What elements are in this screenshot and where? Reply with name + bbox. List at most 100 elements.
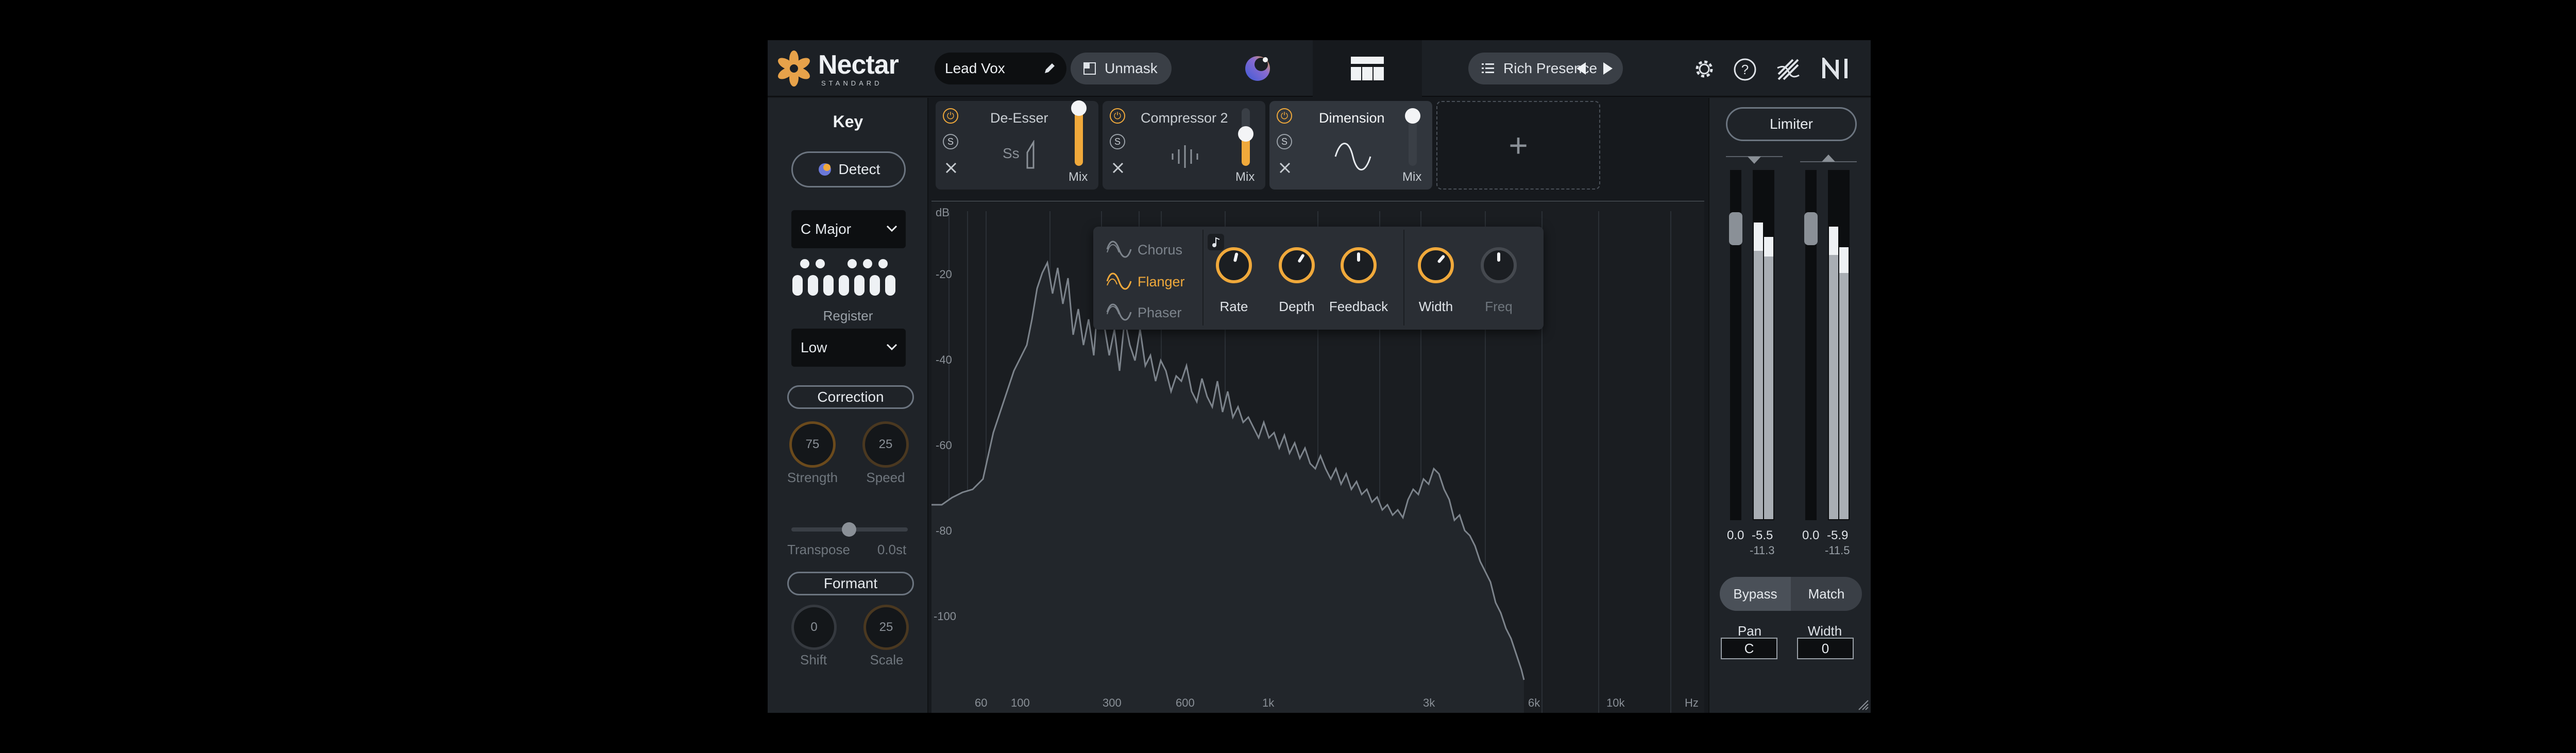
power-icon[interactable]: ⏻ [943, 108, 958, 124]
add-module-button[interactable]: + [1436, 101, 1600, 190]
hz-unit: Hz [1685, 696, 1699, 709]
strength-knob[interactable]: 75 [789, 421, 836, 468]
limiter-button[interactable]: Limiter [1726, 107, 1857, 141]
detect-button[interactable]: Detect [791, 151, 906, 187]
knob-indicator [1497, 252, 1500, 262]
mode-label: Chorus [1138, 242, 1183, 258]
power-icon[interactable]: ⏻ [1277, 108, 1292, 124]
mode-phaser[interactable]: Phaser [1104, 300, 1201, 324]
level-readout: -5.5 [1752, 528, 1773, 542]
routing-icon[interactable] [1775, 57, 1801, 82]
meter-bar-l-peak [1754, 223, 1763, 251]
close-icon[interactable] [1279, 162, 1291, 174]
next-arrow-icon[interactable] [1600, 61, 1616, 76]
db-unit: dB [936, 206, 950, 219]
sine-wave-icon [1334, 143, 1371, 170]
shift-label: Shift [800, 652, 827, 668]
input-meter-right [1804, 170, 1818, 520]
transpose-thumb[interactable] [842, 522, 856, 537]
pan-value-box[interactable]: C [1721, 638, 1777, 659]
pan-label: Pan [1737, 623, 1762, 639]
svg-text:?: ? [1741, 62, 1749, 77]
track-name-field[interactable]: Lead Vox [935, 53, 1066, 84]
popup-divider [1202, 230, 1204, 326]
bypass-button[interactable]: Bypass [1720, 577, 1791, 611]
knob-indicator [1233, 252, 1239, 262]
preset-selector[interactable]: Rich Presence [1468, 53, 1623, 84]
prev-arrow-icon[interactable] [1573, 61, 1589, 76]
level-sub-readout: -11.5 [1825, 544, 1850, 557]
module-dimension[interactable]: ⏻ S Dimension Mix [1269, 101, 1432, 190]
mix-fader-thumb[interactable] [1071, 100, 1087, 116]
speed-knob[interactable]: 25 [862, 421, 909, 468]
mode-label: Flanger [1138, 274, 1185, 289]
header-bar: Nectar STANDARD Lead Vox Unmask Rich Pre… [768, 40, 1871, 97]
assistant-tab[interactable] [1202, 40, 1311, 96]
unmask-button[interactable]: Unmask [1071, 53, 1172, 84]
rate-knob[interactable] [1216, 247, 1252, 283]
scale-knob[interactable]: 25 [863, 605, 909, 650]
nectar-plugin-window: Nectar STANDARD Lead Vox Unmask Rich Pre… [768, 40, 1871, 713]
key-select[interactable]: C Major [791, 210, 906, 248]
width-knob[interactable] [1418, 247, 1454, 283]
gear-icon[interactable] [1693, 58, 1716, 80]
transpose-slider[interactable] [791, 522, 908, 537]
resize-grip-icon[interactable] [1858, 699, 1869, 711]
ni-logo-icon[interactable] [1822, 58, 1851, 79]
width-value-box[interactable]: 0 [1797, 638, 1854, 659]
match-button[interactable]: Match [1791, 577, 1862, 611]
mode-chorus[interactable]: Chorus [1104, 237, 1201, 262]
mix-fader-track[interactable] [1071, 100, 1087, 166]
power-icon[interactable]: ⏻ [1110, 108, 1125, 124]
module-compressor-2[interactable]: ⏻ S Compressor 2 Mix [1103, 101, 1265, 190]
speed-value: 25 [878, 437, 893, 451]
piano-keys[interactable] [791, 258, 908, 297]
match-label: Match [1808, 586, 1845, 602]
solo-icon[interactable]: S [1277, 134, 1292, 149]
db-tick: -80 [936, 524, 952, 537]
input-meter-left [1729, 170, 1742, 520]
shift-knob[interactable]: 0 [791, 605, 837, 650]
unmask-label: Unmask [1105, 60, 1158, 76]
ceiling-marker-icon [1800, 155, 1857, 162]
gain-thumb[interactable] [1804, 212, 1818, 245]
module-de-esser[interactable]: ⏻ S De-Esser Ss Mix [936, 100, 1098, 190]
add-module-label: + [1509, 127, 1528, 164]
mix-fader-thumb[interactable] [1238, 126, 1253, 142]
hz-tick: 600 [1176, 696, 1195, 709]
formant-toggle[interactable]: Formant [787, 572, 914, 595]
knob-indicator [1297, 253, 1305, 263]
db-tick: -20 [936, 268, 952, 281]
mix-label: Mix [1069, 170, 1088, 184]
close-icon[interactable] [945, 162, 957, 174]
feedback-knob[interactable] [1341, 247, 1377, 283]
hz-tick: 60 [975, 696, 987, 709]
mix-fader-track[interactable] [1405, 108, 1420, 166]
solo-icon[interactable]: S [1110, 134, 1125, 149]
strength-label: Strength [787, 470, 838, 485]
correction-toggle[interactable]: Correction [787, 385, 914, 409]
width-label: Width [1807, 623, 1842, 639]
depth-knob[interactable] [1279, 247, 1315, 283]
key-value: C Major [801, 221, 852, 237]
feedback-label: Feedback [1329, 299, 1388, 314]
scale-label: Scale [870, 652, 904, 668]
close-icon[interactable] [1112, 162, 1124, 174]
mix-fader-track[interactable] [1238, 108, 1253, 166]
track-name: Lead Vox [945, 60, 1005, 76]
mix-fader-thumb[interactable] [1405, 108, 1420, 124]
correction-label: Correction [817, 389, 884, 405]
pencil-icon[interactable] [1043, 62, 1056, 75]
modules-view-tab[interactable] [1313, 40, 1422, 97]
gain-thumb[interactable] [1729, 212, 1742, 245]
level-sub-readout: -11.3 [1750, 544, 1775, 557]
freq-label: Freq [1485, 299, 1513, 314]
threshold-marker-icon [1726, 156, 1783, 164]
solo-icon[interactable]: S [943, 134, 958, 149]
freq-knob[interactable] [1481, 247, 1517, 283]
register-select[interactable]: Low [791, 329, 906, 367]
sine-wave-icon [1106, 303, 1132, 321]
help-icon[interactable]: ? [1733, 58, 1757, 81]
mode-flanger[interactable]: Flanger [1104, 269, 1201, 294]
tempo-sync-button[interactable] [1208, 234, 1224, 250]
